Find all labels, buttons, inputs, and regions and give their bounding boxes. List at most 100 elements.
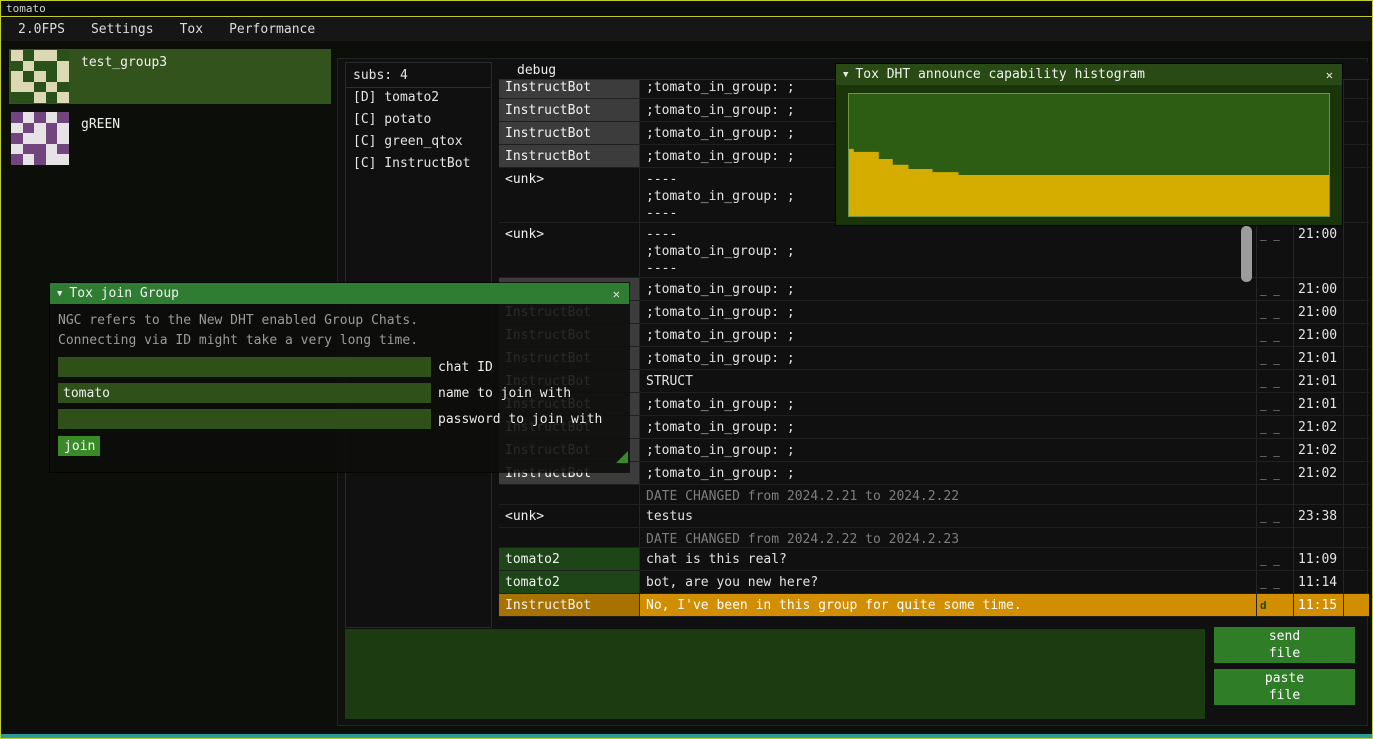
timestamp-cell: 21:00 — [1293, 278, 1343, 300]
sender-name-cell: <unk> — [499, 168, 639, 222]
message-text-cell: ;tomato_in_group: ; — [639, 393, 1256, 415]
row-tail — [1343, 594, 1369, 616]
row-tail — [1343, 548, 1369, 570]
window-title-bar[interactable]: tomato — [1, 1, 1372, 17]
row-tail — [1343, 168, 1369, 222]
chat-message-row[interactable]: InstructBot;tomato_in_group: ;_ _21:00 — [499, 324, 1369, 347]
join-info-line: Connecting via ID might take a very long… — [58, 331, 621, 351]
menu-item-tox[interactable]: Tox — [167, 19, 216, 40]
chat-message-row[interactable]: <unk>testus_ _23:38 — [499, 505, 1369, 528]
group-item-test_group3[interactable]: test_group3 — [9, 49, 331, 104]
join-button[interactable]: join — [58, 436, 100, 456]
member-item[interactable]: [C] potato — [346, 110, 491, 132]
timestamp-cell: 21:00 — [1293, 301, 1343, 323]
sender-name-cell: <unk> — [499, 505, 639, 527]
collapse-icon[interactable]: ▼ — [843, 70, 848, 80]
sender-name-cell — [499, 528, 639, 547]
chat-message-row[interactable]: InstructBot;tomato_in_group: ;_ _21:02 — [499, 416, 1369, 439]
members-list: [D] tomato2[C] potato[C] green_qtox[C] I… — [346, 88, 491, 176]
sender-name-cell: InstructBot — [499, 594, 639, 616]
collapse-icon[interactable]: ▼ — [57, 289, 62, 299]
join-password-input[interactable] — [58, 409, 431, 429]
row-tail — [1343, 485, 1369, 504]
message-text-cell: ;tomato_in_group: ; — [639, 324, 1256, 346]
date-separator-row[interactable]: DATE CHANGED from 2024.2.21 to 2024.2.22 — [499, 485, 1369, 505]
group-avatar-icon — [11, 112, 69, 165]
message-text-cell: ;tomato_in_group: ; — [639, 301, 1256, 323]
histogram-window: ▼ Tox DHT announce capability histogram … — [836, 64, 1342, 225]
join-password-input-label: password to join with — [438, 412, 602, 427]
app-window: tomato 2.0FPSSettingsToxPerformance test… — [0, 0, 1373, 739]
timestamp-cell — [1293, 528, 1343, 547]
status-cell: _ _ — [1256, 393, 1293, 415]
close-icon[interactable]: ✕ — [1324, 68, 1335, 82]
window-title-bar[interactable]: ▼ Tox join Group ✕ — [50, 283, 629, 304]
row-tail — [1343, 324, 1369, 346]
sender-name-cell: <unk> — [499, 223, 639, 277]
status-cell: _ _ — [1256, 370, 1293, 392]
row-tail — [1343, 122, 1369, 144]
timestamp-cell: 11:09 — [1293, 548, 1343, 570]
chat-id-input[interactable] — [58, 357, 431, 377]
timestamp-cell: 21:00 — [1293, 324, 1343, 346]
chat-message-row[interactable]: InstructBotNo, I've been in this group f… — [499, 594, 1369, 617]
timestamp-cell — [1293, 485, 1343, 504]
chat-message-row[interactable]: tomato2bot, are you new here?_ _11:14 — [499, 571, 1369, 594]
window-title-bar[interactable]: ▼ Tox DHT announce capability histogram … — [836, 64, 1342, 85]
date-separator-row[interactable]: DATE CHANGED from 2024.2.22 to 2024.2.23 — [499, 528, 1369, 548]
sender-name-cell: InstructBot — [499, 145, 639, 167]
row-tail — [1343, 278, 1369, 300]
member-item[interactable]: [D] tomato2 — [346, 88, 491, 110]
message-text-cell: testus — [639, 505, 1256, 527]
join-name-input[interactable] — [58, 383, 431, 403]
status-cell — [1256, 528, 1293, 547]
row-tail — [1343, 571, 1369, 593]
message-text-cell: ;tomato_in_group: ; — [639, 278, 1256, 300]
menu-item-2-0fps[interactable]: 2.0FPS — [5, 19, 78, 40]
tab-debug[interactable]: debug — [499, 62, 566, 78]
chat-message-row[interactable]: tomato2chat is this real?_ _11:09 — [499, 548, 1369, 571]
close-icon[interactable]: ✕ — [611, 287, 622, 301]
status-cell: _ _ — [1256, 548, 1293, 570]
chat-message-row[interactable]: InstructBot;tomato_in_group: ;_ _21:02 — [499, 462, 1369, 485]
chat-message-row[interactable]: InstructBot;tomato_in_group: ;_ _21:01 — [499, 393, 1369, 416]
menu-item-settings[interactable]: Settings — [78, 19, 167, 40]
status-cell: _ _ — [1256, 416, 1293, 438]
chat-message-row[interactable]: InstructBot;tomato_in_group: ;_ _21:00 — [499, 301, 1369, 324]
group-name: gREEN — [81, 117, 120, 132]
row-tail — [1343, 347, 1369, 369]
paste-file-button[interactable]: paste file — [1214, 669, 1355, 705]
chat-scrollbar-thumb[interactable] — [1241, 226, 1252, 282]
timestamp-cell: 11:15 — [1293, 594, 1343, 616]
chat-message-row[interactable]: InstructBot;tomato_in_group: ;_ _21:01 — [499, 347, 1369, 370]
row-tail — [1343, 301, 1369, 323]
timestamp-cell: 21:01 — [1293, 347, 1343, 369]
group-item-gREEN[interactable]: gREEN — [9, 111, 331, 166]
chat-message-row[interactable]: InstructBot;tomato_in_group: ;_ _21:00 — [499, 278, 1369, 301]
join-window-title: Tox join Group — [69, 286, 179, 301]
row-tail — [1343, 416, 1369, 438]
message-input[interactable] — [345, 629, 1205, 719]
menu-item-performance[interactable]: Performance — [216, 19, 328, 40]
row-tail — [1343, 528, 1369, 547]
member-item[interactable]: [C] InstructBot — [346, 154, 491, 176]
resize-grip[interactable] — [616, 451, 628, 463]
row-tail — [1343, 505, 1369, 527]
message-text-cell: ;tomato_in_group: ; — [639, 347, 1256, 369]
sender-name-cell: tomato2 — [499, 571, 639, 593]
chat-message-row[interactable]: <unk>---- ;tomato_in_group: ; ----_ _21:… — [499, 223, 1369, 278]
window-title: tomato — [6, 2, 46, 15]
chat-message-row[interactable]: InstructBotSTRUCT_ _21:01 — [499, 370, 1369, 393]
status-cell: _ _ — [1256, 347, 1293, 369]
status-cell: _ _ — [1256, 571, 1293, 593]
member-item[interactable]: [C] green_qtox — [346, 132, 491, 154]
chat-message-row[interactable]: InstructBot;tomato_in_group: ;_ _21:02 — [499, 439, 1369, 462]
sender-name-cell: InstructBot — [499, 99, 639, 121]
group-avatar-icon — [11, 50, 69, 103]
row-tail — [1343, 223, 1369, 277]
send-file-button[interactable]: send file — [1214, 627, 1355, 663]
timestamp-cell: 21:00 — [1293, 223, 1343, 277]
group-name: test_group3 — [81, 55, 167, 70]
timestamp-cell: 21:02 — [1293, 462, 1343, 484]
menu-bar: 2.0FPSSettingsToxPerformance — [1, 18, 1372, 41]
